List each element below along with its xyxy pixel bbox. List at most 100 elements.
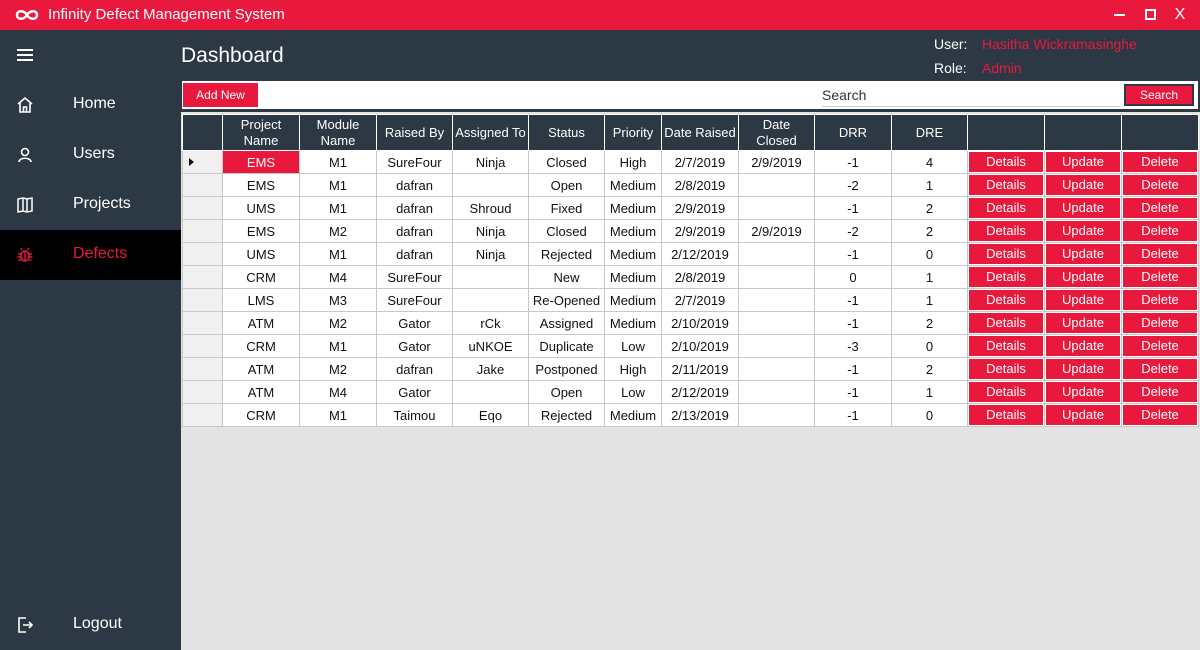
update-button[interactable]: Update	[1046, 198, 1120, 218]
table-cell[interactable]: Gator	[376, 311, 453, 335]
table-cell[interactable]: Medium	[604, 173, 662, 197]
table-cell[interactable]: 2/9/2019	[738, 150, 815, 174]
add-new-button[interactable]: Add New	[183, 83, 258, 107]
update-button[interactable]: Update	[1046, 359, 1120, 379]
delete-button[interactable]: Delete	[1123, 198, 1197, 218]
table-cell[interactable]: M1	[299, 242, 377, 266]
maximize-button[interactable]	[1139, 4, 1161, 26]
delete-button[interactable]: Delete	[1123, 382, 1197, 402]
table-cell[interactable]: dafran	[376, 357, 453, 381]
delete-button[interactable]: Delete	[1123, 313, 1197, 333]
row-header[interactable]	[182, 265, 223, 289]
update-button[interactable]: Update	[1046, 313, 1120, 333]
table-cell[interactable]: 2	[891, 311, 968, 335]
details-button[interactable]: Details	[969, 175, 1043, 195]
column-header[interactable]: Raised By	[376, 114, 453, 151]
delete-button[interactable]: Delete	[1123, 244, 1197, 264]
details-button[interactable]: Details	[969, 382, 1043, 402]
details-button[interactable]: Details	[969, 267, 1043, 287]
table-cell[interactable]: Shroud	[452, 196, 529, 220]
row-header[interactable]	[182, 311, 223, 335]
table-cell[interactable]: 2/12/2019	[661, 242, 739, 266]
row-header[interactable]	[182, 403, 223, 427]
delete-button[interactable]: Delete	[1123, 336, 1197, 356]
details-button[interactable]: Details	[969, 290, 1043, 310]
table-cell[interactable]: 2/7/2019	[661, 150, 739, 174]
delete-button[interactable]: Delete	[1123, 152, 1197, 172]
table-cell[interactable]: M1	[299, 196, 377, 220]
search-button[interactable]: Search	[1124, 84, 1194, 106]
row-header[interactable]	[182, 380, 223, 404]
table-cell[interactable]: Low	[604, 380, 662, 404]
close-button[interactable]: X	[1169, 4, 1191, 26]
table-row[interactable]: CRM M1 Taimou Eqo Rejected Medium 2/13/2019 -1 0…	[182, 403, 1199, 427]
table-cell[interactable]: 0	[891, 334, 968, 358]
row-header[interactable]	[182, 357, 223, 381]
table-cell[interactable]: Taimou	[376, 403, 453, 427]
table-cell[interactable]: Eqo	[452, 403, 529, 427]
details-button[interactable]: Details	[969, 221, 1043, 241]
row-header[interactable]	[182, 150, 223, 174]
table-cell[interactable]: -1	[814, 196, 892, 220]
delete-button[interactable]: Delete	[1123, 221, 1197, 241]
table-cell[interactable]	[738, 357, 815, 381]
table-cell[interactable]: M2	[299, 357, 377, 381]
table-cell[interactable]: 2	[891, 196, 968, 220]
table-row[interactable]: CRM M4 SureFour New Medium 2/8/2019 0 1 Details U…	[182, 265, 1199, 289]
table-cell[interactable]: Closed	[528, 219, 605, 243]
table-cell[interactable]: rCk	[452, 311, 529, 335]
table-cell[interactable]: SureFour	[376, 150, 453, 174]
table-cell[interactable]: Re-Opened	[528, 288, 605, 312]
update-button[interactable]: Update	[1046, 267, 1120, 287]
table-cell[interactable]: 1	[891, 288, 968, 312]
table-row[interactable]: EMS M1 dafran Open Medium 2/8/2019 -2 1 Details U…	[182, 173, 1199, 197]
update-button[interactable]: Update	[1046, 336, 1120, 356]
table-cell[interactable]: CRM	[222, 334, 300, 358]
table-row[interactable]: UMS M1 dafran Ninja Rejected Medium 2/12/2019 -…	[182, 242, 1199, 266]
row-header[interactable]	[182, 242, 223, 266]
table-cell[interactable]: Duplicate	[528, 334, 605, 358]
table-cell[interactable]	[452, 265, 529, 289]
table-cell[interactable]: ATM	[222, 357, 300, 381]
table-cell[interactable]: uNKOE	[452, 334, 529, 358]
table-cell[interactable]: New	[528, 265, 605, 289]
table-cell[interactable]	[738, 380, 815, 404]
table-cell[interactable]: EMS	[222, 173, 300, 197]
table-cell[interactable]: M2	[299, 219, 377, 243]
table-cell[interactable]: M1	[299, 173, 377, 197]
table-cell[interactable]	[738, 311, 815, 335]
table-cell[interactable]: 2/10/2019	[661, 311, 739, 335]
table-cell[interactable]: High	[604, 357, 662, 381]
table-cell[interactable]: Low	[604, 334, 662, 358]
table-cell[interactable]: ATM	[222, 380, 300, 404]
table-cell[interactable]: -1	[814, 288, 892, 312]
row-header[interactable]	[182, 219, 223, 243]
delete-button[interactable]: Delete	[1123, 175, 1197, 195]
table-cell[interactable]: Ninja	[452, 219, 529, 243]
column-header[interactable]: Priority	[604, 114, 662, 151]
table-cell[interactable]: Assigned	[528, 311, 605, 335]
table-cell[interactable]: 4	[891, 150, 968, 174]
table-cell[interactable]: -1	[814, 357, 892, 381]
table-row[interactable]: ATM M2 Gator rCk Assigned Medium 2/10/2019 -1 2 D…	[182, 311, 1199, 335]
table-row[interactable]: ATM M4 Gator Open Low 2/12/2019 -1 1 Details Upda…	[182, 380, 1199, 404]
table-cell[interactable]: Rejected	[528, 403, 605, 427]
table-cell[interactable]	[738, 334, 815, 358]
table-cell[interactable]: Medium	[604, 196, 662, 220]
update-button[interactable]: Update	[1046, 290, 1120, 310]
table-cell[interactable]: Closed	[528, 150, 605, 174]
table-cell[interactable]	[738, 288, 815, 312]
table-cell[interactable]: Jake	[452, 357, 529, 381]
table-cell[interactable]: -1	[814, 311, 892, 335]
table-cell[interactable]: 2/12/2019	[661, 380, 739, 404]
table-row[interactable]: EMS M1 SureFour Ninja Closed High 2/7/2019 2/9/…	[182, 150, 1199, 174]
update-button[interactable]: Update	[1046, 221, 1120, 241]
details-button[interactable]: Details	[969, 313, 1043, 333]
column-header[interactable]	[1121, 114, 1199, 151]
table-cell[interactable]: SureFour	[376, 265, 453, 289]
column-header[interactable]: Assigned To	[452, 114, 529, 151]
table-cell[interactable]: Rejected	[528, 242, 605, 266]
details-button[interactable]: Details	[969, 336, 1043, 356]
table-cell[interactable]: 2/11/2019	[661, 357, 739, 381]
table-cell[interactable]: dafran	[376, 219, 453, 243]
